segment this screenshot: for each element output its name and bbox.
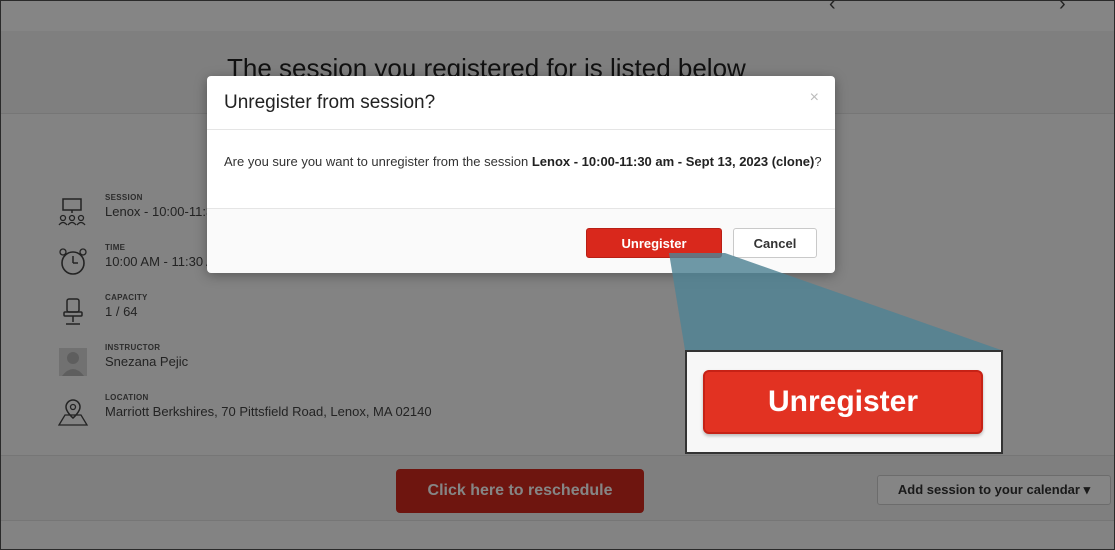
- zoom-callout-box: Unregister: [685, 350, 1003, 454]
- zoomed-unregister-button: Unregister: [703, 370, 983, 434]
- browser-frame: ‹ › The session you registered for is li…: [0, 0, 1115, 550]
- zoom-callout-beam: [669, 253, 1001, 350]
